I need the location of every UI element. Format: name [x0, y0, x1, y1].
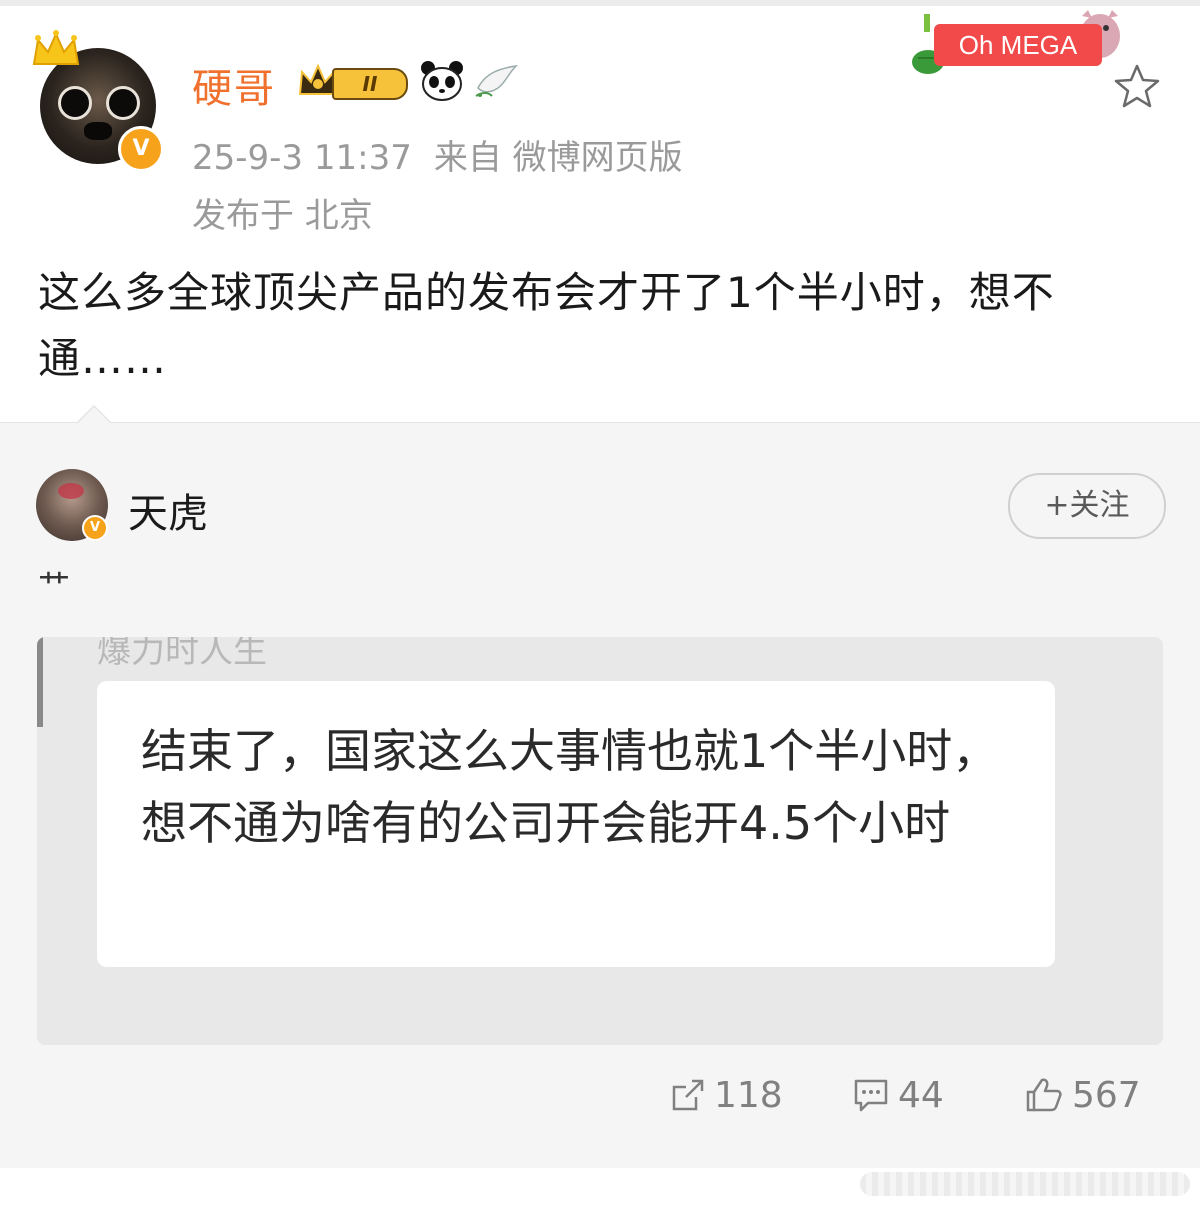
- top-divider: [0, 0, 1200, 6]
- comment-count: 44: [898, 1074, 944, 1116]
- member-level-badge[interactable]: II: [296, 62, 408, 100]
- post-location: 发布于 北京: [192, 196, 373, 236]
- post-meta: 25-9-3 11:37 来自 微博网页版: [192, 130, 683, 179]
- comment-icon: [854, 1079, 888, 1112]
- like-count: 567: [1072, 1074, 1141, 1116]
- dove-icon: [475, 64, 519, 97]
- sticker-decoration: Oh MEGA: [910, 10, 1125, 78]
- repost-card[interactable]: V 天虎 +关注 艹 爆力时人生 结束了，国家这么大事情也就1个半小时，想不通为…: [0, 405, 1200, 1169]
- author-avatar[interactable]: V: [30, 28, 170, 172]
- like-button[interactable]: 567: [1024, 1063, 1141, 1127]
- share-count: 118: [714, 1074, 783, 1116]
- post-source: 来自 微博网页版: [433, 138, 683, 178]
- share-button[interactable]: 118: [670, 1063, 783, 1127]
- repost-body-text: 艹: [38, 567, 71, 605]
- watermark: [860, 1172, 1190, 1196]
- repost-author-name[interactable]: 天虎: [128, 481, 208, 539]
- verified-icon: V: [118, 126, 164, 172]
- image-faded-text: 爆力时人生: [97, 637, 267, 671]
- share-icon: [672, 1079, 704, 1111]
- comment-button[interactable]: 44: [852, 1063, 944, 1127]
- member-level-label: II: [332, 68, 408, 100]
- follow-button[interactable]: +关注: [1008, 473, 1166, 539]
- image-chat-text: 结束了，国家这么大事情也就1个半小时，想不通为啥有的公司开会能开4.5个小时: [141, 724, 999, 850]
- panda-icon: [421, 61, 463, 101]
- author-name[interactable]: 硬哥: [192, 56, 276, 114]
- action-bar: 118 44 567: [0, 1063, 1200, 1127]
- thumbs-up-icon: [1026, 1078, 1062, 1112]
- repost-image[interactable]: 爆力时人生 结束了，国家这么大事情也就1个半小时，想不通为啥有的公司开会能开4.…: [37, 637, 1163, 1045]
- favorite-star-icon[interactable]: [1112, 62, 1162, 112]
- sticker-label: Oh MEGA: [934, 24, 1102, 66]
- crown-icon: [32, 30, 80, 65]
- repost-author-avatar[interactable]: V: [36, 469, 108, 541]
- post-timestamp[interactable]: 25-9-3 11:37: [192, 138, 412, 178]
- post-body-text: 这么多全球顶尖产品的发布会才开了1个半小时，想不通……: [38, 268, 1055, 383]
- verified-icon: V: [82, 515, 108, 541]
- image-chat-bubble: 结束了，国家这么大事情也就1个半小时，想不通为啥有的公司开会能开4.5个小时: [97, 681, 1055, 967]
